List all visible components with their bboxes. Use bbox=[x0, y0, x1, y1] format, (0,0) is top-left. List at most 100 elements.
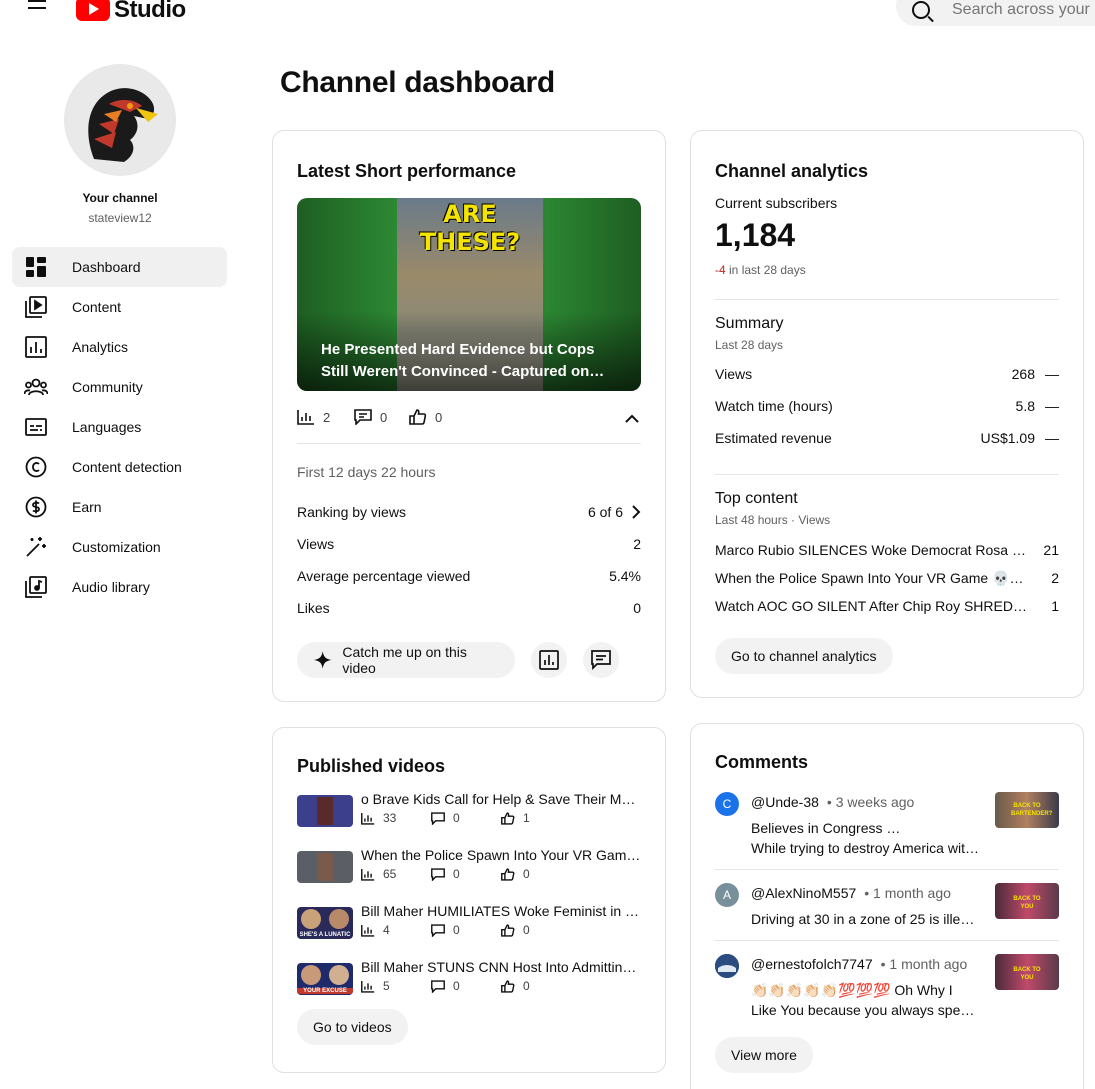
video-stats: 65 0 0 bbox=[361, 867, 571, 881]
summary-trend: — bbox=[1045, 430, 1059, 446]
sidebar-item-languages[interactable]: Languages bbox=[12, 407, 227, 447]
eagle-logo-icon bbox=[64, 64, 176, 176]
video-thumbnail[interactable]: SHE'S A LUNATIC bbox=[297, 907, 353, 939]
search-input[interactable] bbox=[952, 1, 1095, 19]
sidebar-item-earn[interactable]: Earn bbox=[12, 487, 227, 527]
comment-line: 👏🏻👏🏻👏🏻👏🏻👏🏻💯💯💯 Oh Why I bbox=[751, 982, 953, 998]
top-content-views: 21 bbox=[1043, 542, 1059, 558]
sidebar-item-community[interactable]: Community bbox=[12, 367, 227, 407]
collapse-chevron-up-icon[interactable] bbox=[625, 411, 639, 429]
go-to-channel-analytics-button[interactable]: Go to channel analytics bbox=[715, 638, 893, 674]
card-heading: Comments bbox=[715, 752, 809, 772]
commenter-handle[interactable]: @AlexNinoM557 bbox=[751, 885, 856, 901]
search-box[interactable] bbox=[896, 0, 1095, 26]
studio-logo[interactable]: Studio bbox=[76, 0, 186, 24]
likes-count: 0 bbox=[523, 867, 530, 881]
ranking-row[interactable]: Ranking by views 6 of 6 bbox=[297, 504, 641, 520]
video-row[interactable]: o Brave Kids Call for Help & Save Their … bbox=[297, 791, 642, 831]
sidebar-item-dashboard[interactable]: Dashboard bbox=[12, 247, 227, 287]
comment-age: • 3 weeks ago bbox=[826, 794, 915, 810]
published-videos-card: Published videos o Brave Kids Call for H… bbox=[272, 727, 666, 1073]
analytics-button[interactable] bbox=[531, 642, 567, 678]
audio-library-icon bbox=[24, 575, 48, 599]
comment-item[interactable]: A @AlexNinoM557 • 1 month ago Driving at … bbox=[715, 883, 1059, 943]
views-count: 5 bbox=[383, 979, 390, 993]
sidebar-item-label: Dashboard bbox=[72, 259, 141, 275]
views-count: 33 bbox=[383, 811, 397, 825]
video-title[interactable]: Bill Maher HUMILIATES Woke Feminist in E… bbox=[361, 903, 641, 919]
comments-count: 0 bbox=[380, 409, 388, 425]
comment-icon bbox=[354, 409, 372, 425]
commenter-handle[interactable]: @ernestofolch7747 bbox=[751, 956, 873, 972]
video-stats: 5 0 0 bbox=[361, 979, 571, 993]
video-thumbnail[interactable] bbox=[297, 795, 353, 827]
summary-row: Watch time (hours) 5.8 — bbox=[715, 398, 1059, 414]
top-content-title-text[interactable]: Marco Rubio SILENCES Woke Democrat Rosa … bbox=[715, 542, 1031, 558]
comment-video-thumbnail[interactable]: BACK TO YOU bbox=[995, 883, 1059, 919]
chevron-right-icon[interactable] bbox=[631, 505, 641, 519]
period-label: First 12 days 22 hours bbox=[297, 464, 641, 480]
avatar-image-icon bbox=[715, 954, 739, 978]
channel-name[interactable]: stateview12 bbox=[0, 211, 240, 225]
sidebar-item-label: Community bbox=[72, 379, 143, 395]
thumbnail-caption: YOUR EXCUSE bbox=[297, 988, 353, 994]
sidebar-item-customization[interactable]: Customization bbox=[12, 527, 227, 567]
likes-stat: 0 bbox=[501, 923, 571, 937]
video-thumbnail[interactable] bbox=[297, 851, 353, 883]
views-stat: 5 bbox=[361, 979, 431, 993]
magic-wand-icon bbox=[24, 535, 48, 559]
comment-icon bbox=[431, 979, 445, 993]
search-icon[interactable] bbox=[912, 1, 930, 19]
sidebar-item-content[interactable]: Content bbox=[12, 287, 227, 327]
commenter-handle[interactable]: @Unde-38 bbox=[751, 794, 819, 810]
video-thumbnail[interactable]: YOUR EXCUSE bbox=[297, 963, 353, 995]
comments-count: 0 bbox=[453, 867, 460, 881]
thumbnail-caption: BACK TO YOU bbox=[1013, 896, 1041, 910]
catch-me-up-button[interactable]: Catch me up on this video bbox=[297, 642, 515, 678]
sidebar-item-content-detection[interactable]: Content detection bbox=[12, 447, 227, 487]
comment-video-thumbnail[interactable]: BACK TO BARTENDER? bbox=[995, 792, 1059, 828]
video-row[interactable]: SHE'S A LUNATIC Bill Maher HUMILIATES Wo… bbox=[297, 903, 642, 943]
latest-short-card: Latest Short performance ARE THESE? He P… bbox=[272, 130, 666, 702]
comments-button[interactable] bbox=[583, 642, 619, 678]
summary-row: Views 268 — bbox=[715, 366, 1059, 382]
sidebar-item-analytics[interactable]: Analytics bbox=[12, 327, 227, 367]
comment-text: Driving at 30 in a zone of 25 is illegal… bbox=[751, 909, 981, 929]
comment-item[interactable]: @ernestofolch7747 • 1 month ago 👏🏻👏🏻👏🏻👏🏻👏… bbox=[715, 954, 1059, 1024]
community-icon bbox=[24, 375, 48, 399]
channel-avatar[interactable] bbox=[64, 64, 176, 176]
video-row[interactable]: When the Police Spawn Into Your VR Game … bbox=[297, 847, 642, 887]
top-content-title-text[interactable]: When the Police Spawn Into Your VR Game … bbox=[715, 570, 1031, 587]
commenter-avatar[interactable] bbox=[715, 954, 739, 978]
menu-icon[interactable] bbox=[28, 0, 48, 16]
top-content-row[interactable]: When the Police Spawn Into Your VR Game … bbox=[715, 570, 1059, 587]
likes-stat: 0 bbox=[409, 409, 442, 425]
top-content-row[interactable]: Watch AOC GO SILENT After Chip Roy SHRED… bbox=[715, 598, 1059, 614]
video-title[interactable]: Bill Maher STUNS CNN Host Into Admitting… bbox=[361, 959, 641, 975]
commenter-avatar[interactable]: A bbox=[715, 883, 739, 907]
short-thumbnail[interactable]: ARE THESE? He Presented Hard Evidence bu… bbox=[297, 198, 641, 391]
likes-count: 1 bbox=[523, 811, 530, 825]
comment-item[interactable]: C @Unde-38 • 3 weeks ago Believes in Cong… bbox=[715, 792, 1059, 872]
video-row[interactable]: YOUR EXCUSE Bill Maher STUNS CNN Host In… bbox=[297, 959, 642, 999]
card-heading: Channel analytics bbox=[715, 161, 869, 181]
video-title[interactable]: o Brave Kids Call for Help & Save Their … bbox=[361, 791, 641, 807]
top-content-row[interactable]: Marco Rubio SILENCES Woke Democrat Rosa … bbox=[715, 542, 1059, 558]
view-more-button[interactable]: View more bbox=[715, 1037, 813, 1073]
top-content-title-text[interactable]: Watch AOC GO SILENT After Chip Roy SHRED… bbox=[715, 598, 1031, 614]
comments-card: Comments C @Unde-38 • 3 weeks ago Believe… bbox=[690, 723, 1084, 1089]
commenter-avatar[interactable]: C bbox=[715, 792, 739, 816]
comments-count: 0 bbox=[453, 979, 460, 993]
comment-video-thumbnail[interactable]: BACK TO YOU bbox=[995, 954, 1059, 990]
summary-label: Estimated revenue bbox=[715, 430, 832, 446]
comment-line: While trying to destroy America wit… bbox=[751, 840, 979, 856]
subscribers-label: Current subscribers bbox=[715, 195, 838, 211]
go-to-videos-button[interactable]: Go to videos bbox=[297, 1009, 408, 1045]
thumbnail-caption: BACK TO BARTENDER? bbox=[1011, 803, 1053, 817]
sidebar-item-label: Customization bbox=[72, 539, 161, 555]
summary-value: US$1.09 bbox=[980, 430, 1035, 446]
sidebar-item-audio-library[interactable]: Audio library bbox=[12, 567, 227, 607]
video-title[interactable]: When the Police Spawn Into Your VR Game … bbox=[361, 847, 641, 864]
metric-value: 5.4% bbox=[609, 568, 641, 584]
comment-icon bbox=[431, 867, 445, 881]
